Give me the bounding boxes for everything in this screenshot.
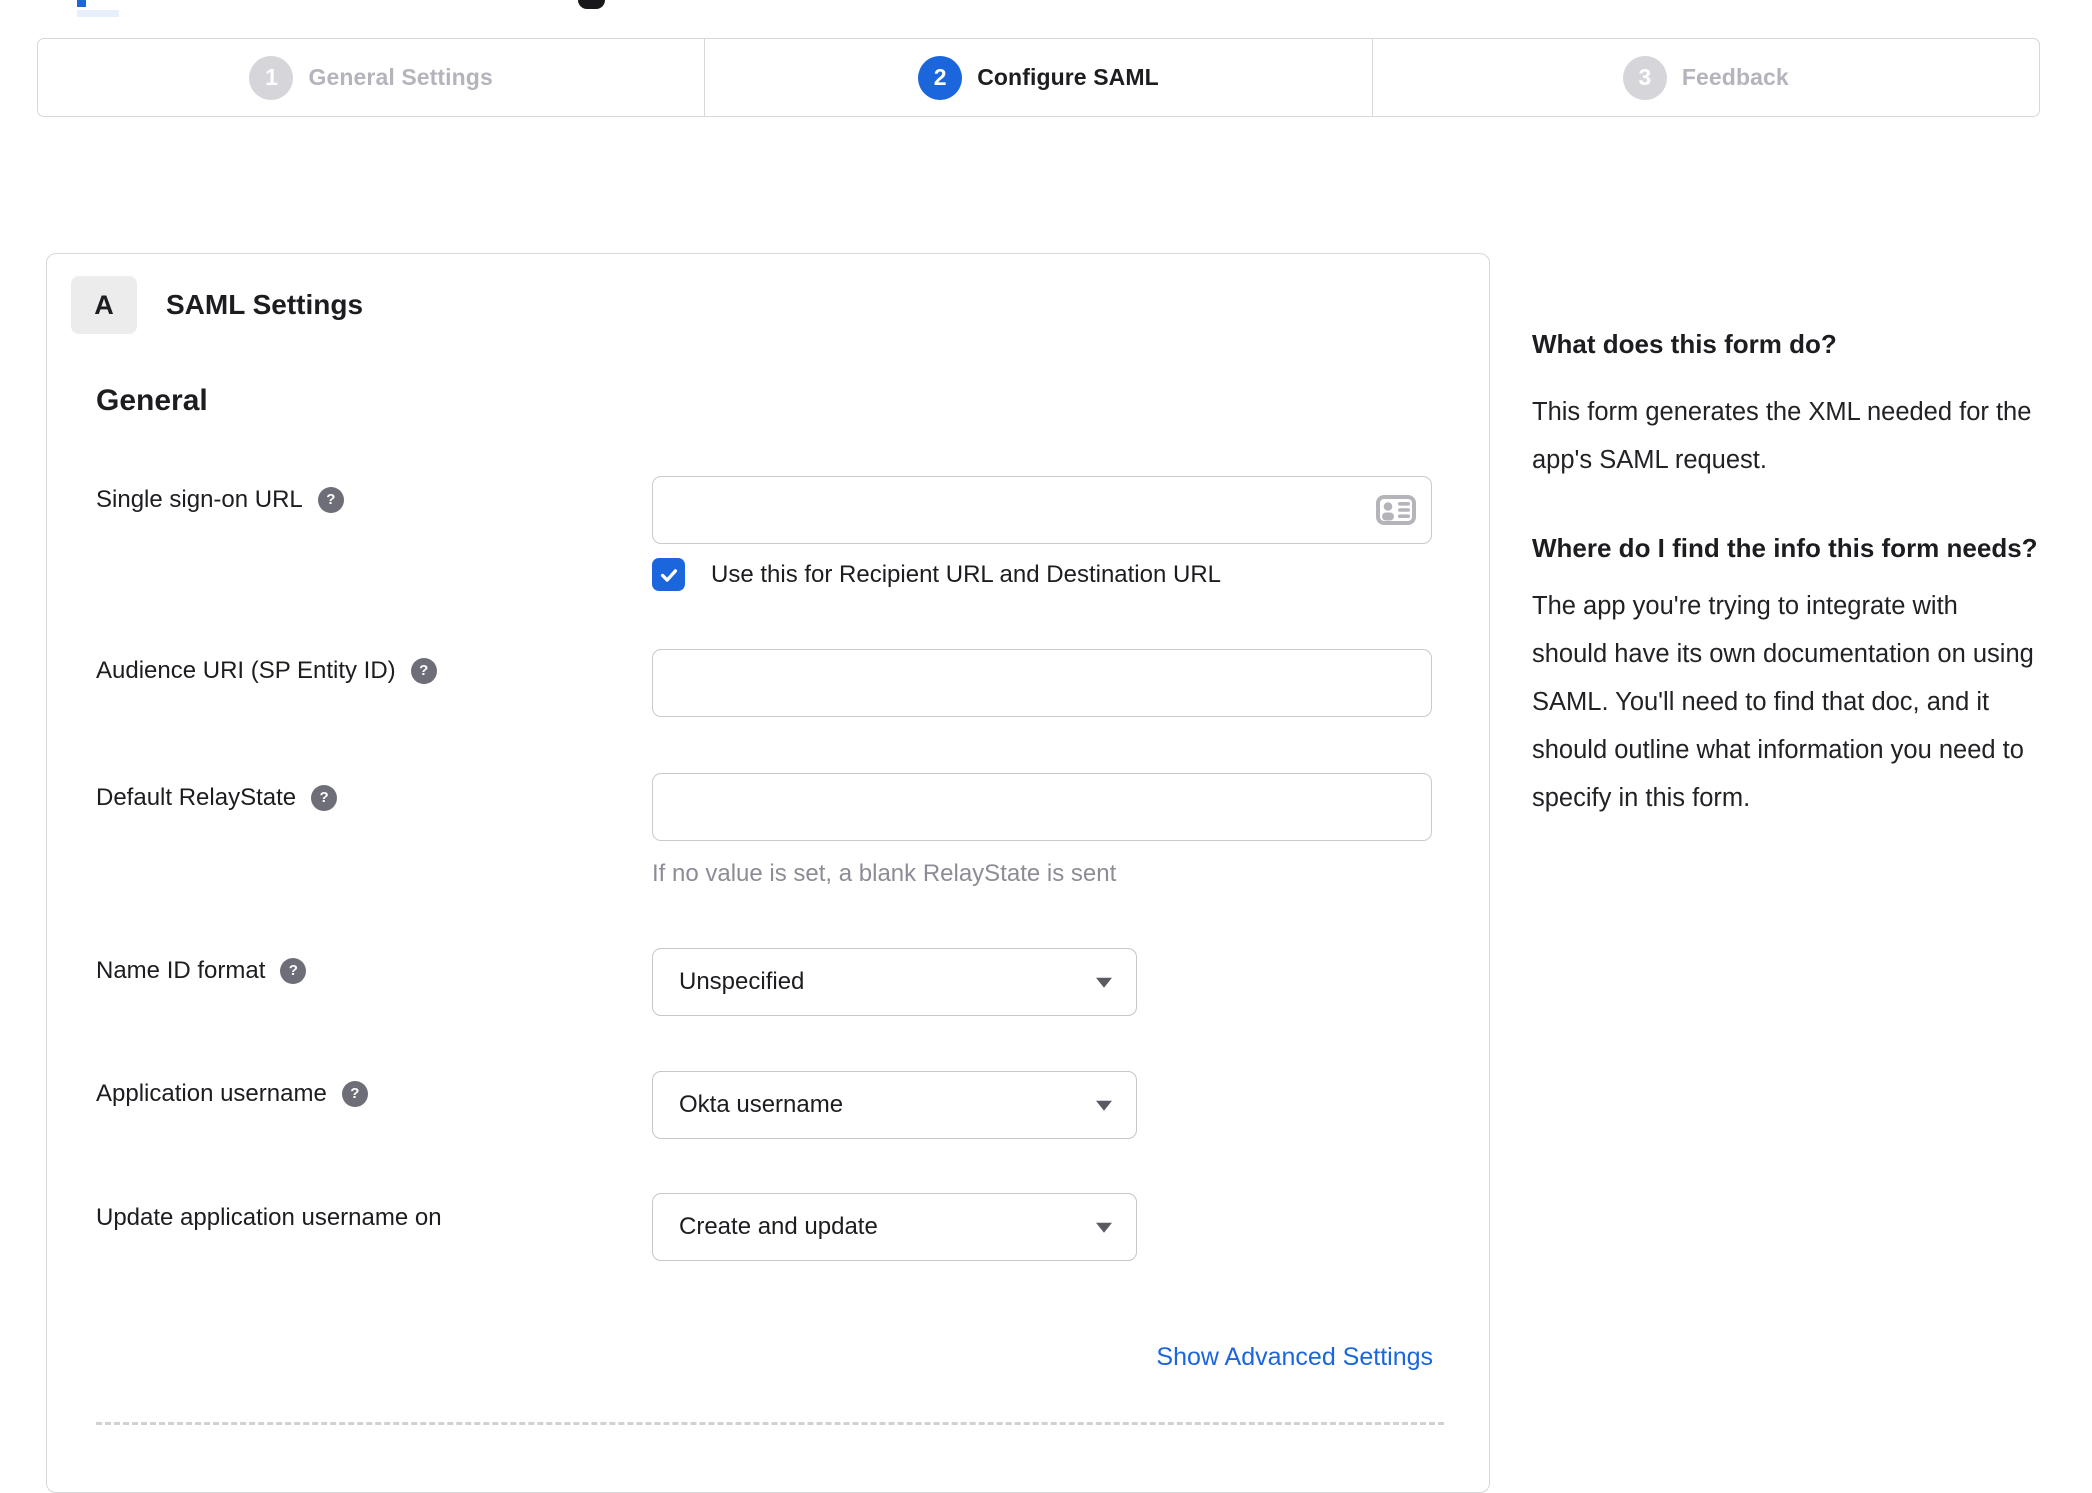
step-number-badge: 2 xyxy=(918,55,963,100)
help-icon[interactable]: ? xyxy=(280,958,307,984)
help-icon[interactable]: ? xyxy=(317,487,344,513)
help-icon[interactable]: ? xyxy=(311,785,338,811)
step-label: General Settings xyxy=(308,64,493,90)
cutoff-blue-mark xyxy=(77,0,86,7)
section-dashed-divider xyxy=(96,1422,1444,1425)
step-number-badge: 1 xyxy=(249,55,294,100)
section-title: SAML Settings xyxy=(166,289,364,320)
app-username-label-row: Application username ? xyxy=(96,1078,368,1110)
step-general-settings[interactable]: 1 General Settings xyxy=(38,39,704,116)
app-username-label: Application username xyxy=(96,1080,327,1107)
relaystate-label: Default RelayState xyxy=(96,784,297,811)
relaystate-helper-text: If no value is set, a blank RelayState i… xyxy=(652,860,1117,887)
sso-url-label-row: Single sign-on URL ? xyxy=(96,484,344,516)
update-username-value: Create and update xyxy=(679,1213,878,1240)
step-feedback[interactable]: 3 Feedback xyxy=(1371,39,2039,116)
app-username-select[interactable]: Okta username xyxy=(652,1071,1137,1139)
help-icon[interactable]: ? xyxy=(341,1081,368,1107)
help-heading-1: What does this form do? xyxy=(1532,329,1837,359)
section-badge: A xyxy=(71,276,137,334)
update-username-select[interactable]: Create and update xyxy=(652,1193,1137,1261)
contact-card-icon[interactable] xyxy=(1376,495,1416,525)
help-icon[interactable]: ? xyxy=(410,658,437,684)
audience-uri-input[interactable] xyxy=(652,649,1432,717)
chevron-down-icon xyxy=(1096,1222,1112,1233)
chevron-down-icon xyxy=(1096,977,1112,988)
show-advanced-settings-link[interactable]: Show Advanced Settings xyxy=(1156,1343,1433,1372)
step-number-badge: 3 xyxy=(1622,55,1667,100)
sso-url-input[interactable] xyxy=(652,476,1432,544)
saml-settings-panel: A SAML Settings General Single sign-on U… xyxy=(46,253,1490,1493)
update-username-label-row: Update application username on xyxy=(96,1202,442,1234)
help-heading-2: Where do I find the info this form needs… xyxy=(1532,533,2038,563)
recipient-url-checkbox[interactable] xyxy=(652,558,685,591)
step-label: Feedback xyxy=(1681,64,1789,90)
nameid-format-label: Name ID format xyxy=(96,957,266,984)
audience-uri-label-row: Audience URI (SP Entity ID) ? xyxy=(96,655,437,687)
nameid-format-value: Unspecified xyxy=(679,968,805,995)
nameid-format-select[interactable]: Unspecified xyxy=(652,948,1137,1016)
general-heading: General xyxy=(96,384,208,417)
step-configure-saml[interactable]: 2 Configure SAML xyxy=(704,39,1371,116)
cutoff-blue-faint-mark xyxy=(77,10,119,17)
sso-url-input-wrap xyxy=(652,476,1432,544)
app-username-value: Okta username xyxy=(679,1091,844,1118)
update-username-label: Update application username on xyxy=(96,1204,442,1231)
step-label: Configure SAML xyxy=(977,64,1159,90)
sso-url-label: Single sign-on URL xyxy=(96,486,303,513)
help-paragraph-1: This form generates the XML needed for t… xyxy=(1532,398,2032,474)
chevron-down-icon xyxy=(1096,1100,1112,1111)
recipient-url-checkbox-label: Use this for Recipient URL and Destinati… xyxy=(711,560,1222,588)
relaystate-input[interactable] xyxy=(652,773,1432,841)
relaystate-label-row: Default RelayState ? xyxy=(96,782,338,814)
help-paragraph-2: The app you're trying to integrate with … xyxy=(1532,592,2034,812)
audience-uri-label: Audience URI (SP Entity ID) xyxy=(96,657,396,684)
wizard-stepper: 1 General Settings 2 Configure SAML 3 Fe… xyxy=(37,38,2040,117)
help-sidebar: What does this form do? This form genera… xyxy=(1532,326,2038,822)
section-header: A SAML Settings xyxy=(71,276,363,334)
recipient-url-checkbox-row: Use this for Recipient URL and Destinati… xyxy=(652,558,1221,591)
cutoff-logo-bottom xyxy=(578,0,605,9)
nameid-format-label-row: Name ID format ? xyxy=(96,955,307,987)
